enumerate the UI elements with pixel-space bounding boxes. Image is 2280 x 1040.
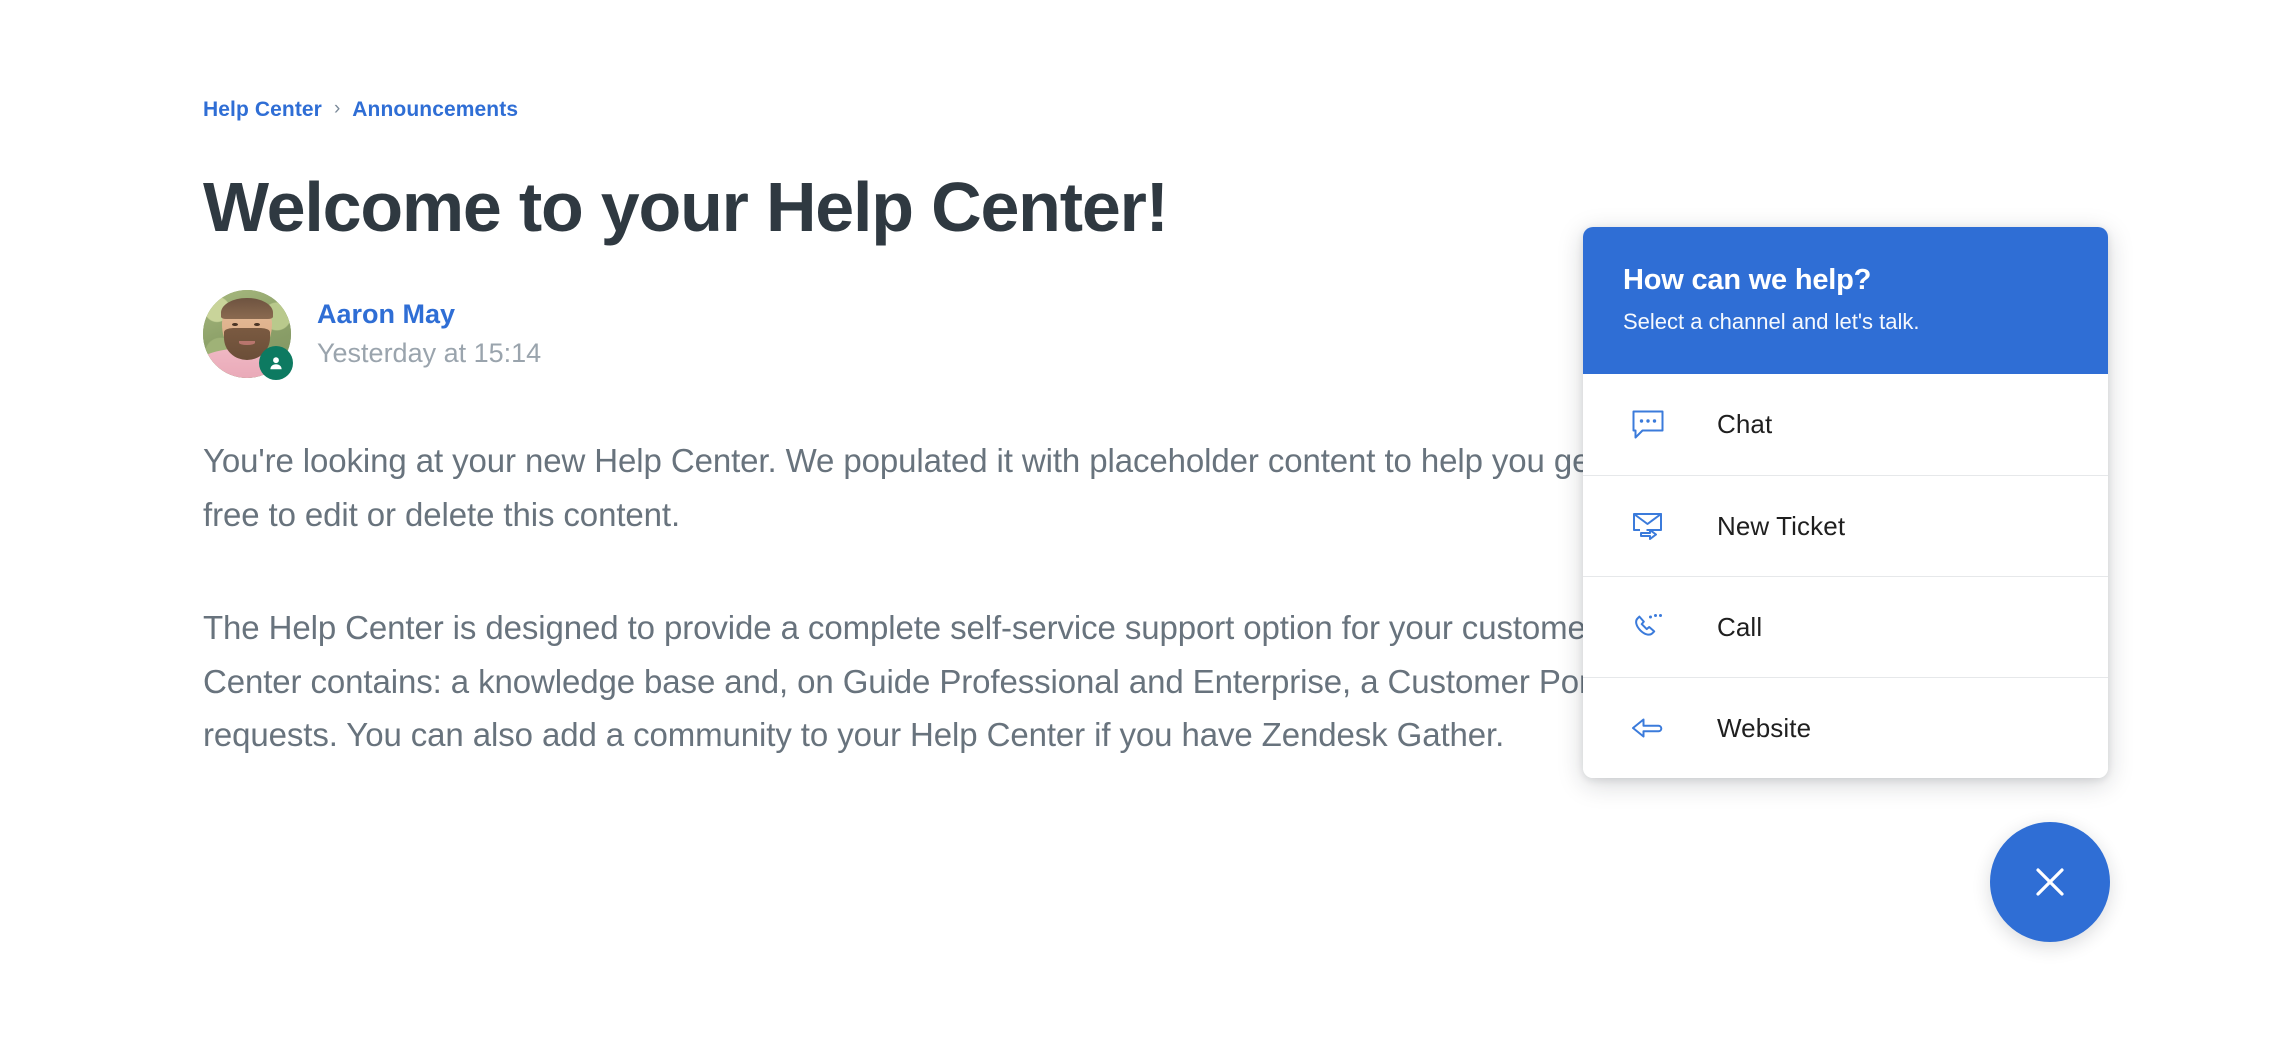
chat-bubble-icon: [1627, 404, 1683, 446]
help-center-page: Help Center › Announcements Welcome to y…: [0, 0, 2280, 1040]
close-widget-button[interactable]: [1990, 822, 2110, 942]
published-date: Yesterday at 15:14: [317, 338, 542, 369]
channel-label: Chat: [1717, 409, 1773, 440]
chevron-right-icon: ›: [333, 97, 341, 119]
channel-label: New Ticket: [1717, 510, 1846, 541]
widget-subtitle: Select a channel and let's talk.: [1623, 308, 1920, 334]
phone-handset-icon: [1627, 606, 1683, 648]
breadcrumb-item-help-center[interactable]: Help Center: [203, 99, 322, 120]
arrow-left-icon: [1627, 707, 1683, 749]
article-paragraph: The Help Center is designed to provide a…: [203, 609, 1791, 754]
article-paragraph: You're looking at your new Help Center. …: [203, 442, 1791, 533]
article-body: You're looking at your new Help Center. …: [203, 434, 1813, 761]
widget-title: How can we help?: [1623, 264, 1872, 296]
close-icon: [2026, 858, 2074, 906]
avatar: [203, 290, 293, 381]
support-widget: How can we help? Select a channel and le…: [1583, 227, 2108, 779]
breadcrumb: Help Center › Announcements: [203, 95, 2083, 123]
author-meta: Aaron May Yesterday at 15:14: [317, 299, 541, 369]
envelope-arrow-icon: [1627, 505, 1683, 547]
channel-label: Website: [1717, 712, 1812, 743]
widget-header: How can we help? Select a channel and le…: [1583, 227, 2108, 375]
channel-item-call[interactable]: Call: [1583, 576, 2108, 678]
channel-label: Call: [1717, 611, 1763, 642]
breadcrumb-item-announcements[interactable]: Announcements: [352, 99, 518, 120]
author-name-link[interactable]: Aaron May: [317, 299, 541, 330]
channel-item-new-ticket[interactable]: New Ticket: [1583, 475, 2108, 577]
channel-item-chat[interactable]: Chat: [1583, 374, 2108, 476]
channel-list: Chat New Ticket Call Website: [1583, 374, 2108, 779]
channel-item-website[interactable]: Website: [1583, 677, 2108, 779]
